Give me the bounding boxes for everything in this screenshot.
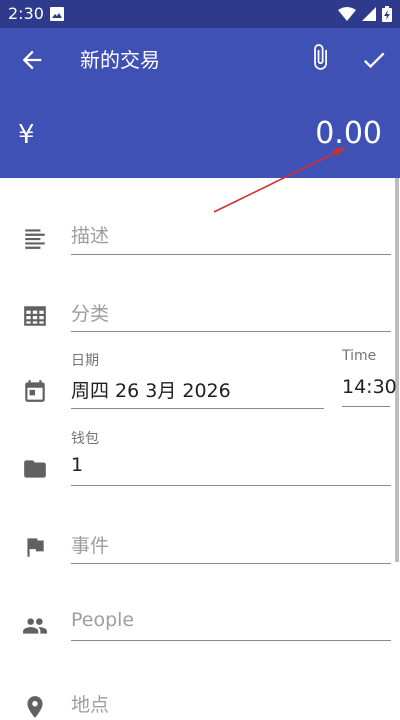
location-icon [27,696,43,718]
time-field[interactable]: 14:30 [342,376,397,398]
signal-icon [362,7,376,21]
date-label: 日期 [71,353,99,369]
category-input[interactable]: 分类 [71,299,109,326]
time-label: Time [342,348,377,364]
page-title: 新的交易 [80,48,160,72]
people-input[interactable]: People [71,609,134,631]
currency-symbol[interactable]: ¥ [18,120,35,150]
description-underline [71,254,391,255]
wifi-icon [338,7,356,21]
image-notification-icon [50,7,64,21]
save-check-icon[interactable] [360,46,388,74]
amount-value[interactable]: 0.00 [315,116,382,151]
description-input[interactable]: 描述 [71,221,109,248]
status-time: 2:30 [8,4,44,23]
people-icon [23,618,47,634]
folder-icon [24,460,46,478]
scrollbar[interactable] [395,178,399,562]
event-input[interactable]: 事件 [71,531,109,558]
date-field[interactable]: 周四 26 3月 2026 [71,376,231,403]
people-underline [71,640,391,641]
event-underline [71,563,391,564]
calendar-icon [25,380,45,402]
status-bar: 2:30 [0,0,400,28]
date-underline [71,408,324,409]
grid-icon [24,306,46,326]
wallet-field[interactable]: 1 [71,454,83,476]
system-icons [338,6,392,22]
back-arrow-icon[interactable] [18,46,46,74]
app-bar: 新的交易 ¥ 0.00 [0,28,400,178]
category-underline [71,331,391,332]
time-underline [342,406,390,407]
flag-icon [27,538,44,557]
attachment-icon[interactable] [306,42,334,72]
notes-icon [25,229,45,249]
wallet-label: 钱包 [71,431,99,447]
location-input[interactable]: 地点 [71,690,109,717]
battery-charging-icon [382,6,392,22]
wallet-underline [71,485,391,486]
